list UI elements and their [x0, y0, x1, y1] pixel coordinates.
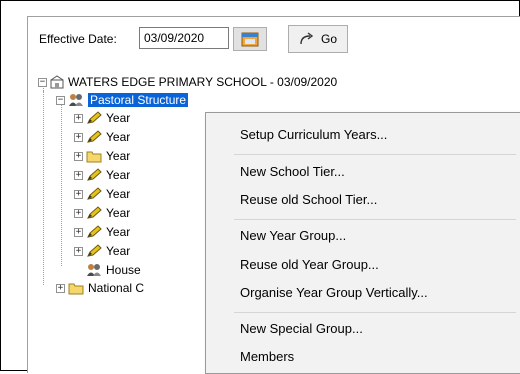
calendar-button[interactable]	[233, 27, 267, 51]
pastoral-structure-label: Pastoral Structure	[88, 93, 189, 107]
structure-panel: Effective Date: Go −	[27, 16, 520, 374]
tree-line	[43, 91, 44, 285]
year-label: Year	[106, 225, 131, 239]
pencil-icon	[87, 168, 102, 181]
menu-new-school-tier[interactable]: New School Tier...	[240, 162, 345, 182]
folder-icon	[86, 151, 102, 163]
house-label: House	[106, 263, 141, 277]
expand-icon[interactable]: +	[56, 283, 65, 293]
year-label: Year	[106, 130, 131, 144]
menu-reuse-old-school-tier[interactable]: Reuse old School Tier...	[240, 190, 377, 210]
go-button-label: Go	[320, 32, 337, 46]
context-menu: Setup Curriculum Years... New School Tie…	[205, 112, 520, 374]
tree-year-item[interactable]: + Year	[74, 223, 130, 241]
expand-icon[interactable]: +	[74, 227, 83, 237]
expand-icon[interactable]: +	[74, 208, 83, 218]
menu-reuse-old-year-group[interactable]: Reuse old Year Group...	[240, 255, 379, 275]
tree-year-item[interactable]: + Year	[74, 166, 130, 184]
window-frame: Effective Date: Go −	[0, 0, 520, 374]
tree-line	[61, 101, 62, 266]
root-label: WATERS EDGE PRIMARY SCHOOL - 03/09/2020	[68, 75, 338, 89]
tree-year-item[interactable]: + Year	[74, 242, 130, 260]
pencil-icon	[87, 111, 102, 124]
menu-separator	[234, 312, 516, 313]
year-label: Year	[106, 111, 131, 125]
effective-date-input[interactable]	[139, 27, 229, 49]
go-arrow-icon	[300, 32, 314, 45]
year-label: Year	[106, 206, 131, 220]
menu-members[interactable]: Members	[240, 347, 294, 367]
tree-year-item[interactable]: + Year	[74, 204, 130, 222]
menu-organise-year-group-vertically[interactable]: Organise Year Group Vertically...	[240, 283, 428, 303]
national-label: National C	[88, 281, 145, 295]
expand-icon[interactable]: +	[74, 151, 83, 161]
tree-year-item[interactable]: + Year	[74, 109, 130, 127]
pencil-icon	[87, 206, 102, 219]
pencil-icon	[87, 187, 102, 200]
collapse-icon[interactable]: −	[56, 95, 65, 105]
school-icon	[50, 75, 64, 89]
pastoral-people-icon	[69, 94, 83, 106]
menu-setup-curriculum-years[interactable]: Setup Curriculum Years...	[240, 125, 387, 145]
menu-separator	[234, 219, 516, 220]
expand-icon[interactable]: +	[74, 113, 83, 123]
expand-icon[interactable]: +	[74, 189, 83, 199]
pencil-icon	[87, 244, 102, 257]
year-label: Year	[106, 187, 131, 201]
tree-root[interactable]: − WATERS EDGE PRIMARY SCHOOL - 03/09/202…	[38, 73, 337, 91]
collapse-icon[interactable]: −	[38, 77, 47, 87]
tree-national[interactable]: + National C	[56, 279, 144, 297]
menu-new-special-group[interactable]: New Special Group...	[240, 319, 363, 339]
menu-new-year-group[interactable]: New Year Group...	[240, 226, 346, 246]
tree-pastoral-structure[interactable]: − Pastoral Structure	[56, 91, 189, 109]
year-label: Year	[106, 244, 131, 258]
tree-year-item[interactable]: + Year	[74, 185, 130, 203]
menu-separator	[234, 154, 516, 155]
folder-icon	[68, 283, 84, 295]
year-label: Year	[106, 149, 131, 163]
expand-icon[interactable]: +	[74, 132, 83, 142]
calendar-icon	[241, 32, 259, 47]
pencil-icon	[87, 130, 102, 143]
pencil-icon	[87, 225, 102, 238]
expand-icon[interactable]: +	[74, 246, 83, 256]
tree-house[interactable]: House	[86, 261, 141, 279]
tree-year-item[interactable]: + Year	[74, 128, 130, 146]
go-button[interactable]: Go	[288, 25, 348, 53]
expand-icon[interactable]: +	[74, 170, 83, 180]
year-label: Year	[106, 168, 131, 182]
house-people-icon	[87, 264, 101, 276]
tree-year-item[interactable]: + Year	[74, 147, 130, 165]
effective-date-label: Effective Date:	[39, 32, 117, 46]
